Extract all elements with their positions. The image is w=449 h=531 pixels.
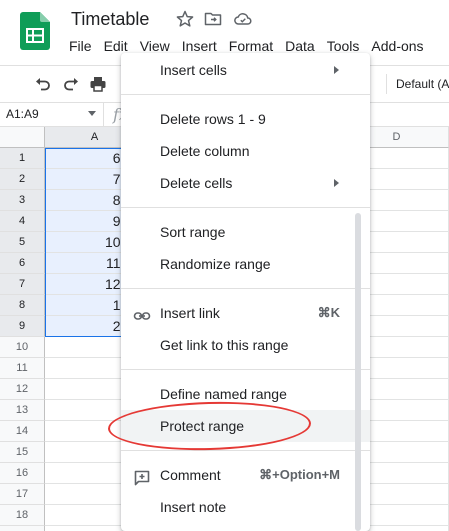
row-header[interactable]: 4 bbox=[0, 211, 45, 232]
chevron-down-icon[interactable] bbox=[88, 111, 96, 116]
menu-divider bbox=[121, 369, 370, 370]
menu-file[interactable]: File bbox=[69, 38, 92, 58]
cloud-status-icon[interactable] bbox=[233, 9, 253, 29]
menu-item-insert-note[interactable]: Insert note bbox=[121, 491, 370, 523]
row-header[interactable]: 8 bbox=[0, 295, 45, 316]
shortcut-text: ⌘+Option+M bbox=[259, 467, 340, 482]
row-header[interactable]: 12 bbox=[0, 379, 45, 400]
font-select[interactable]: Default (A bbox=[386, 74, 449, 94]
menu-item-comment[interactable]: Comment ⌘+Option+M bbox=[121, 459, 370, 491]
row-header[interactable]: 7 bbox=[0, 274, 45, 295]
row-header[interactable]: 16 bbox=[0, 463, 45, 484]
row-header[interactable]: 9 bbox=[0, 316, 45, 337]
menu-item-label: Insert link bbox=[160, 305, 220, 321]
menu-item-get-link[interactable]: Get link to this range bbox=[121, 329, 370, 361]
redo-icon[interactable] bbox=[61, 74, 81, 94]
menu-item-define-named-range[interactable]: Define named range bbox=[121, 378, 370, 410]
row-header[interactable]: 2 bbox=[0, 169, 45, 190]
submenu-arrow-icon bbox=[334, 66, 339, 74]
menu-divider bbox=[121, 288, 370, 289]
menu-item-sort-range[interactable]: Sort range bbox=[121, 216, 370, 248]
menu-item-label: Randomize range bbox=[160, 256, 271, 272]
menu-item-label: Insert cells bbox=[160, 62, 227, 78]
submenu-arrow-icon bbox=[334, 179, 339, 187]
menu-item-delete-column[interactable]: Delete column bbox=[121, 135, 370, 167]
row-header[interactable]: 18 bbox=[0, 505, 45, 526]
menu-item-delete-cells[interactable]: Delete cells bbox=[121, 167, 370, 199]
select-all-corner[interactable] bbox=[0, 127, 45, 148]
menu-item-label: Sort range bbox=[160, 224, 226, 240]
menu-item-label: Delete column bbox=[160, 143, 250, 159]
row-header[interactable]: 1 bbox=[0, 148, 45, 169]
menu-item-label: Delete cells bbox=[160, 175, 233, 191]
menu-item-label: Comment bbox=[160, 467, 221, 483]
row-header[interactable]: 13 bbox=[0, 400, 45, 421]
menu-addons[interactable]: Add-ons bbox=[371, 38, 423, 58]
row-header[interactable]: 15 bbox=[0, 442, 45, 463]
menu-divider bbox=[121, 450, 370, 451]
shortcut-text: ⌘K bbox=[317, 305, 340, 320]
menu-scrollbar[interactable] bbox=[355, 213, 361, 531]
menu-item-insert-link[interactable]: Insert link ⌘K bbox=[121, 297, 370, 329]
context-menu: Insert cells Delete rows 1 - 9 Delete co… bbox=[121, 53, 370, 531]
menu-item-delete-rows[interactable]: Delete rows 1 - 9 bbox=[121, 103, 370, 135]
menu-item-label: Define named range bbox=[160, 386, 287, 402]
row-header[interactable]: 10 bbox=[0, 337, 45, 358]
row-header[interactable]: 14 bbox=[0, 421, 45, 442]
row-header[interactable]: 17 bbox=[0, 484, 45, 505]
menu-item-label: Get link to this range bbox=[160, 337, 289, 353]
menu-item-randomize-range[interactable]: Randomize range bbox=[121, 248, 370, 280]
row-header[interactable]: 6 bbox=[0, 253, 45, 274]
menu-item-label: Insert note bbox=[160, 499, 227, 515]
row-header[interactable]: 5 bbox=[0, 232, 45, 253]
menu-item-protect-range[interactable]: Protect range bbox=[121, 410, 370, 442]
move-to-folder-icon[interactable] bbox=[203, 9, 223, 29]
menu-divider bbox=[121, 94, 370, 95]
menu-item-label: Delete rows 1 - 9 bbox=[160, 111, 266, 127]
row-header[interactable]: 19 bbox=[0, 526, 45, 531]
menu-item-insert-cells[interactable]: Insert cells bbox=[121, 54, 370, 86]
menu-item-label: Protect range bbox=[160, 418, 245, 434]
menu-divider bbox=[121, 207, 370, 208]
row-header[interactable]: 11 bbox=[0, 358, 45, 379]
print-icon[interactable] bbox=[88, 74, 108, 94]
row-header[interactable]: 3 bbox=[0, 190, 45, 211]
sheets-logo-icon[interactable] bbox=[20, 12, 50, 50]
comment-icon bbox=[133, 466, 151, 486]
link-icon bbox=[133, 304, 151, 322]
star-icon[interactable] bbox=[175, 9, 195, 29]
undo-icon[interactable] bbox=[33, 74, 53, 94]
document-title[interactable]: Timetable bbox=[71, 9, 149, 30]
